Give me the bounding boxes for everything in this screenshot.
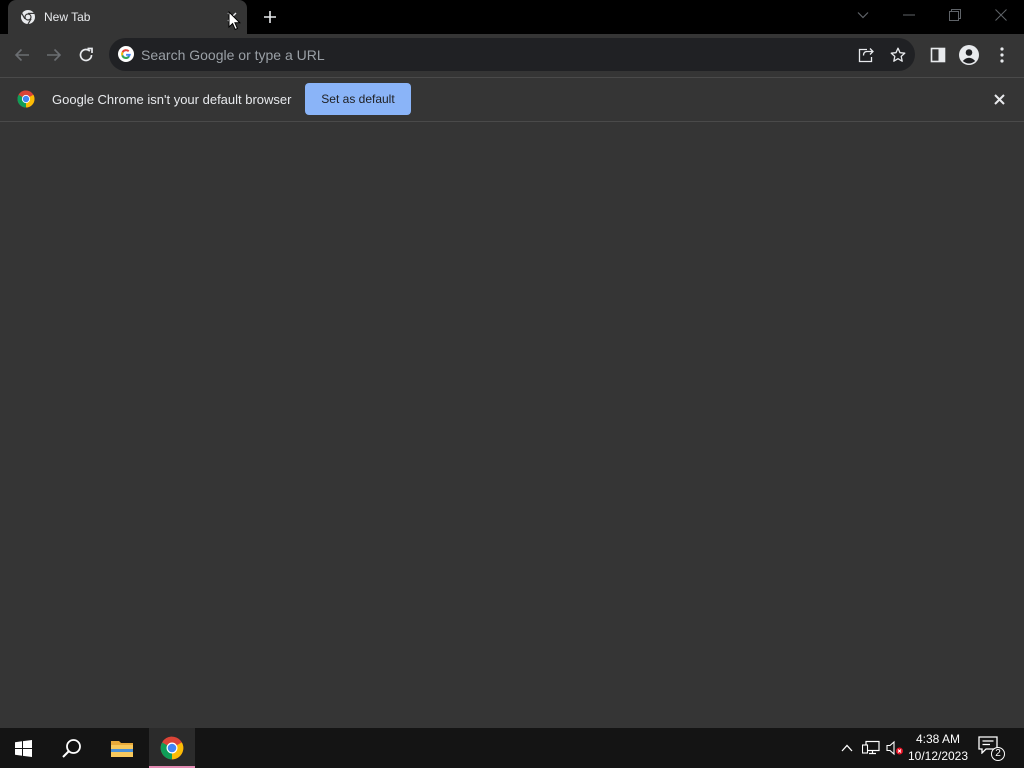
tab-new-tab[interactable]: New Tab xyxy=(8,0,247,34)
restore-button[interactable] xyxy=(943,4,967,26)
minimize-button[interactable] xyxy=(897,4,921,26)
search-button[interactable] xyxy=(49,728,95,768)
forward-button[interactable] xyxy=(42,43,66,67)
google-g-icon xyxy=(118,46,134,62)
default-browser-infobar: Google Chrome isn't your default browser… xyxy=(0,77,1024,122)
infobar-message: Google Chrome isn't your default browser xyxy=(52,92,292,107)
new-tab-button[interactable] xyxy=(258,6,282,28)
chrome-taskbar-button[interactable] xyxy=(149,728,195,768)
search-icon xyxy=(62,738,82,758)
chrome-logo-icon xyxy=(17,90,35,108)
set-as-default-button[interactable]: Set as default xyxy=(305,83,411,115)
folder-icon xyxy=(110,738,134,758)
action-center-button[interactable]: 2 xyxy=(978,736,1006,761)
chrome-icon xyxy=(160,736,184,760)
start-button[interactable] xyxy=(0,728,46,768)
reload-button[interactable] xyxy=(74,43,98,67)
tab-title: New Tab xyxy=(44,10,91,24)
notification-count-badge: 2 xyxy=(991,747,1005,761)
file-explorer-button[interactable] xyxy=(99,728,145,768)
tab-search-chevron-icon[interactable] xyxy=(851,4,875,26)
mouse-cursor-icon xyxy=(228,11,242,31)
profile-avatar[interactable] xyxy=(957,43,981,67)
windows-taskbar: 4:38 AM 10/12/2023 2 xyxy=(0,728,1024,768)
side-panel-button[interactable] xyxy=(926,43,950,67)
omnibox-input[interactable] xyxy=(141,38,841,71)
show-hidden-icons-chevron-icon[interactable] xyxy=(838,739,856,757)
windows-logo-icon xyxy=(14,739,32,757)
new-tab-page xyxy=(0,122,1024,728)
menu-kebab-icon[interactable] xyxy=(990,43,1014,67)
back-button[interactable] xyxy=(10,43,34,67)
bookmark-star-icon[interactable] xyxy=(889,46,907,64)
toolbar xyxy=(0,34,1024,77)
tab-strip: New Tab xyxy=(0,0,1024,34)
close-window-button[interactable] xyxy=(989,4,1013,26)
clock-date: 10/12/2023 xyxy=(907,749,969,763)
omnibox[interactable] xyxy=(109,38,915,71)
volume-muted-icon[interactable] xyxy=(886,739,904,757)
network-icon[interactable] xyxy=(862,739,880,757)
share-icon[interactable] xyxy=(857,46,875,64)
chrome-icon xyxy=(20,9,36,25)
clock-time: 4:38 AM xyxy=(915,732,961,746)
taskbar-clock[interactable]: 4:38 AM 10/12/2023 xyxy=(904,731,972,765)
infobar-close-icon[interactable] xyxy=(990,90,1008,108)
